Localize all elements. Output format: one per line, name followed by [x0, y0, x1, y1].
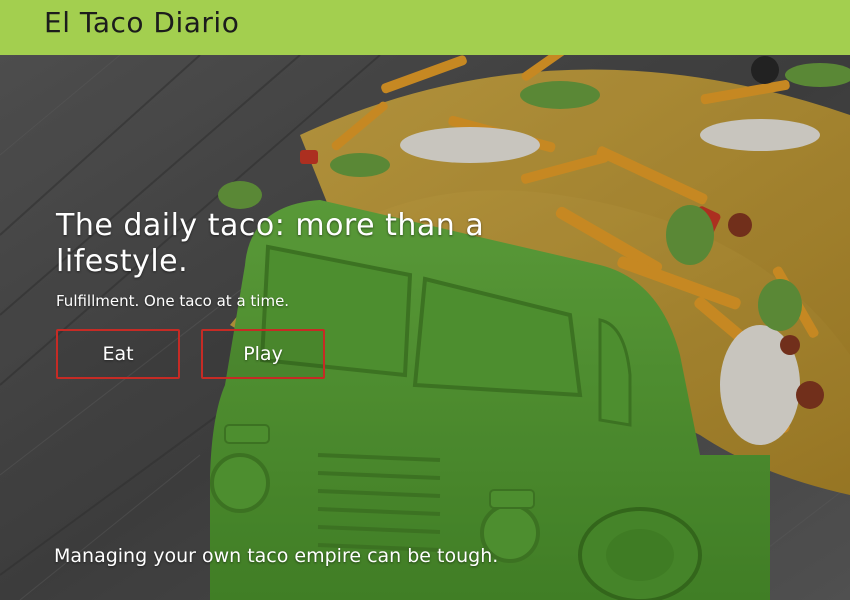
hero-background-image: [0, 55, 850, 600]
page: El Taco Diario The daily taco: more than…: [0, 0, 850, 600]
hero-footer-text: Managing your own taco empire can be tou…: [54, 545, 499, 567]
header-bar: El Taco Diario: [0, 0, 850, 55]
eat-button[interactable]: Eat: [56, 329, 180, 379]
play-button[interactable]: Play: [201, 329, 325, 379]
hero-tagline: Fulfillment. One taco at a time.: [56, 292, 290, 310]
hero-headline: The daily taco: more than a lifestyle.: [56, 208, 485, 279]
site-title[interactable]: El Taco Diario: [44, 6, 239, 39]
hero-section: [0, 55, 850, 600]
